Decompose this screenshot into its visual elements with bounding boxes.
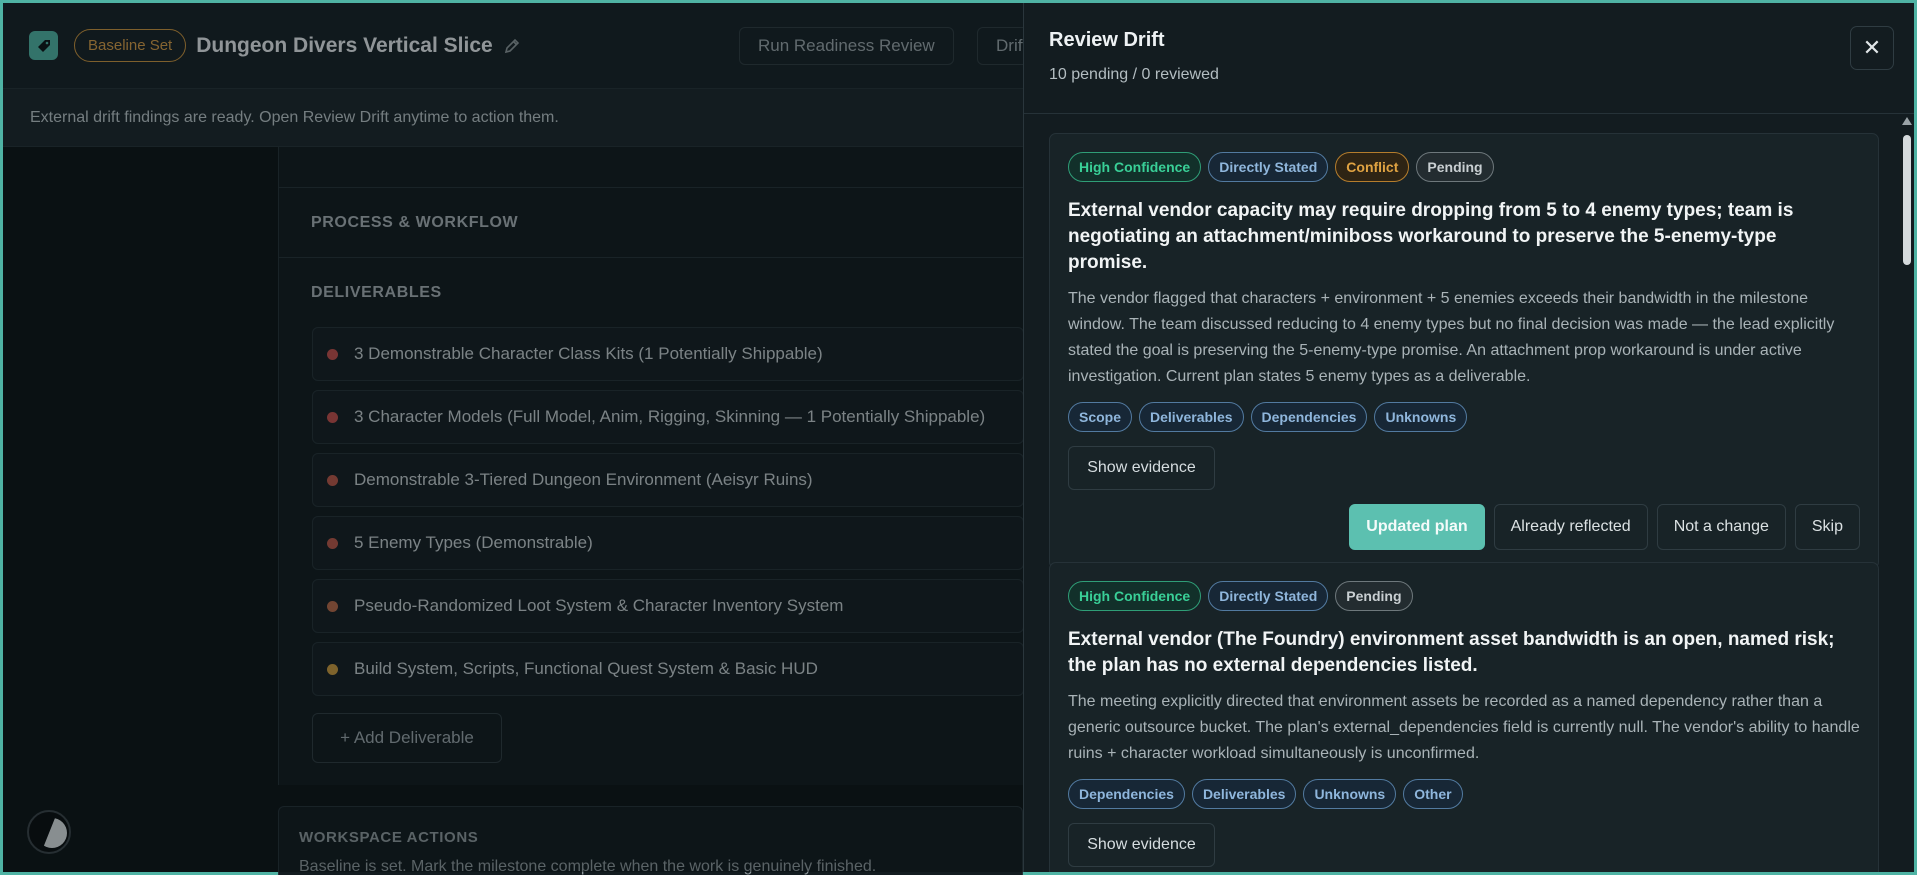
not-a-change-button[interactable]: Not a change — [1656, 504, 1786, 550]
tag-other: Other — [1403, 779, 1463, 809]
finding-badges: High Confidence Directly Stated Pending — [1068, 581, 1860, 611]
drawer-scrollbar[interactable] — [1902, 115, 1912, 872]
source-badge: Directly Stated — [1208, 152, 1329, 182]
drawer-review-count: 10 pending / 0 reviewed — [1049, 66, 1219, 83]
show-evidence-button[interactable]: Show evidence — [1068, 823, 1215, 867]
tag-deliverables: Deliverables — [1191, 779, 1297, 809]
updated-plan-button[interactable]: Updated plan — [1349, 504, 1485, 550]
status-badge: Pending — [1335, 581, 1413, 611]
finding-tags: Scope Deliverables Dependencies Unknowns — [1068, 402, 1860, 432]
tag-unknowns: Unknowns — [1303, 779, 1397, 809]
source-badge: Directly Stated — [1208, 581, 1329, 611]
confidence-badge: High Confidence — [1068, 581, 1202, 611]
tag-dependencies: Dependencies — [1250, 402, 1368, 432]
scroll-up-arrow-icon[interactable] — [1902, 117, 1912, 125]
review-drift-drawer: Review Drift 10 pending / 0 reviewed ✕ H… — [1023, 3, 1914, 872]
tag-scope: Scope — [1068, 402, 1133, 432]
confidence-badge: High Confidence — [1068, 152, 1202, 182]
finding-title: External vendor (The Foundry) environmen… — [1068, 629, 1835, 676]
findings-list: High Confidence Directly Stated Conflict… — [1024, 115, 1915, 872]
finding-badges: High Confidence Directly Stated Conflict… — [1068, 152, 1860, 182]
drawer-header: Review Drift 10 pending / 0 reviewed ✕ — [1024, 3, 1914, 114]
close-button[interactable]: ✕ — [1850, 26, 1894, 70]
status-badge: Pending — [1416, 152, 1494, 182]
tag-deliverables: Deliverables — [1139, 402, 1244, 432]
skip-button[interactable]: Skip — [1794, 504, 1860, 550]
show-evidence-button[interactable]: Show evidence — [1068, 446, 1215, 490]
already-reflected-button[interactable]: Already reflected — [1493, 504, 1648, 550]
drawer-title: Review Drift — [1049, 29, 1165, 51]
finding-description: The meeting explicitly directed that env… — [1068, 693, 1860, 762]
scrollbar-thumb[interactable] — [1903, 135, 1911, 265]
modal-backdrop[interactable] — [3, 3, 1023, 872]
workspace-app: Baseline Set Dungeon Divers Vertical Sli… — [3, 3, 1057, 875]
finding-actions: Updated plan Already reflected Not a cha… — [1068, 504, 1860, 550]
finding-tags: Dependencies Deliverables Unknowns Other — [1068, 779, 1860, 809]
close-icon: ✕ — [1862, 35, 1882, 60]
finding-card: High Confidence Directly Stated Conflict… — [1049, 133, 1879, 569]
conflict-badge: Conflict — [1335, 152, 1410, 182]
finding-title: External vendor capacity may require dro… — [1068, 200, 1794, 273]
tag-dependencies: Dependencies — [1068, 779, 1185, 809]
finding-description: The vendor flagged that characters + env… — [1068, 290, 1835, 385]
tag-unknowns: Unknowns — [1374, 402, 1468, 432]
finding-card: High Confidence Directly Stated Pending … — [1049, 562, 1879, 872]
